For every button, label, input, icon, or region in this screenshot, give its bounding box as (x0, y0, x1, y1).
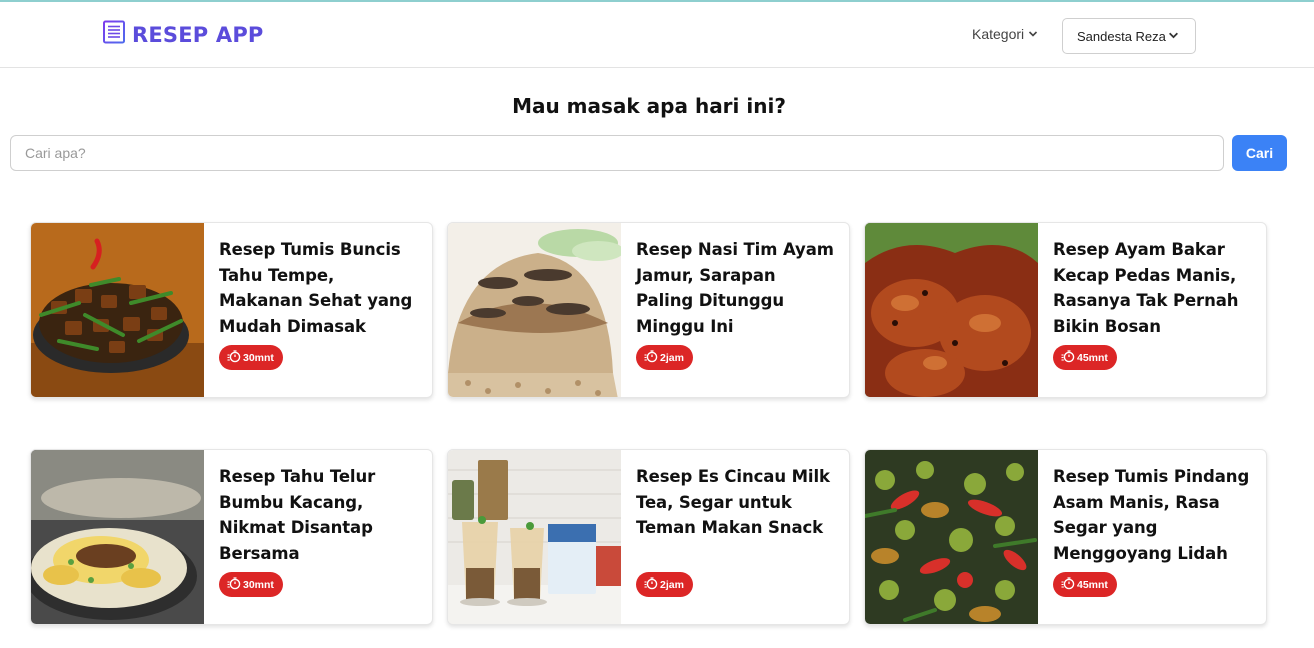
time-badge: 2jam (636, 345, 693, 370)
stopwatch-icon (1061, 576, 1075, 593)
stopwatch-icon (644, 576, 658, 593)
time-label: 30mnt (243, 578, 274, 591)
user-name: Sandesta Reza (1077, 28, 1166, 44)
recipe-card[interactable]: Resep Tumis Buncis Tahu Tempe, Makanan S… (30, 222, 433, 398)
recipe-title[interactable]: Resep Ayam Bakar Kecap Pedas Manis, Rasa… (1053, 237, 1254, 339)
recipe-title[interactable]: Resep Es Cincau Milk Tea, Segar untuk Te… (636, 464, 837, 541)
time-badge: 45mnt (1053, 572, 1117, 597)
chevron-down-icon (1168, 29, 1179, 44)
chevron-down-icon (1028, 26, 1038, 42)
stopwatch-icon (1061, 349, 1075, 366)
stopwatch-icon (644, 349, 658, 366)
stopwatch-icon (227, 349, 241, 366)
search-input[interactable] (10, 135, 1224, 171)
recipe-image[interactable] (865, 450, 1038, 624)
recipe-image[interactable] (865, 223, 1038, 397)
kategori-label: Kategori (972, 26, 1025, 42)
time-badge: 30mnt (219, 345, 283, 370)
search-button[interactable]: Cari (1232, 135, 1287, 171)
recipe-title[interactable]: Resep Tumis Pindang Asam Manis, Rasa Seg… (1053, 464, 1254, 566)
time-badge: 30mnt (219, 572, 283, 597)
recipe-image[interactable] (448, 450, 621, 624)
stopwatch-icon (227, 576, 241, 593)
recipe-image[interactable] (448, 223, 624, 397)
recipe-card[interactable]: Resep Nasi Tim Ayam Jamur, Sarapan Palin… (447, 222, 850, 398)
recipe-card[interactable]: Resep Es Cincau Milk Tea, Segar untuk Te… (447, 449, 850, 625)
recipe-card[interactable]: Resep Tumis Pindang Asam Manis, Rasa Seg… (864, 449, 1267, 625)
notebook-icon (102, 20, 126, 49)
time-label: 2jam (660, 578, 684, 591)
time-label: 30mnt (243, 351, 274, 364)
time-badge: 45mnt (1053, 345, 1117, 370)
recipe-title[interactable]: Resep Tumis Buncis Tahu Tempe, Makanan S… (219, 237, 420, 339)
page-heading: Mau masak apa hari ini? (512, 94, 786, 118)
user-menu-button[interactable]: Sandesta Reza (1062, 18, 1196, 54)
recipe-card[interactable]: Resep Ayam Bakar Kecap Pedas Manis, Rasa… (864, 222, 1267, 398)
recipe-title[interactable]: Resep Tahu Telur Bumbu Kacang, Nikmat Di… (219, 464, 420, 566)
recipe-image[interactable] (31, 450, 204, 624)
time-label: 2jam (660, 351, 684, 364)
time-label: 45mnt (1077, 351, 1108, 364)
kategori-dropdown[interactable]: Kategori (972, 26, 1038, 42)
brand[interactable]: RESEP APP (102, 20, 264, 49)
time-label: 45mnt (1077, 578, 1108, 591)
time-badge: 2jam (636, 572, 693, 597)
recipe-image[interactable] (31, 223, 204, 397)
app-title: RESEP APP (132, 22, 264, 47)
navbar: RESEP APP Kategori Sandesta Reza (0, 2, 1314, 68)
recipe-card[interactable]: Resep Tahu Telur Bumbu Kacang, Nikmat Di… (30, 449, 433, 625)
recipe-title[interactable]: Resep Nasi Tim Ayam Jamur, Sarapan Palin… (636, 237, 837, 339)
